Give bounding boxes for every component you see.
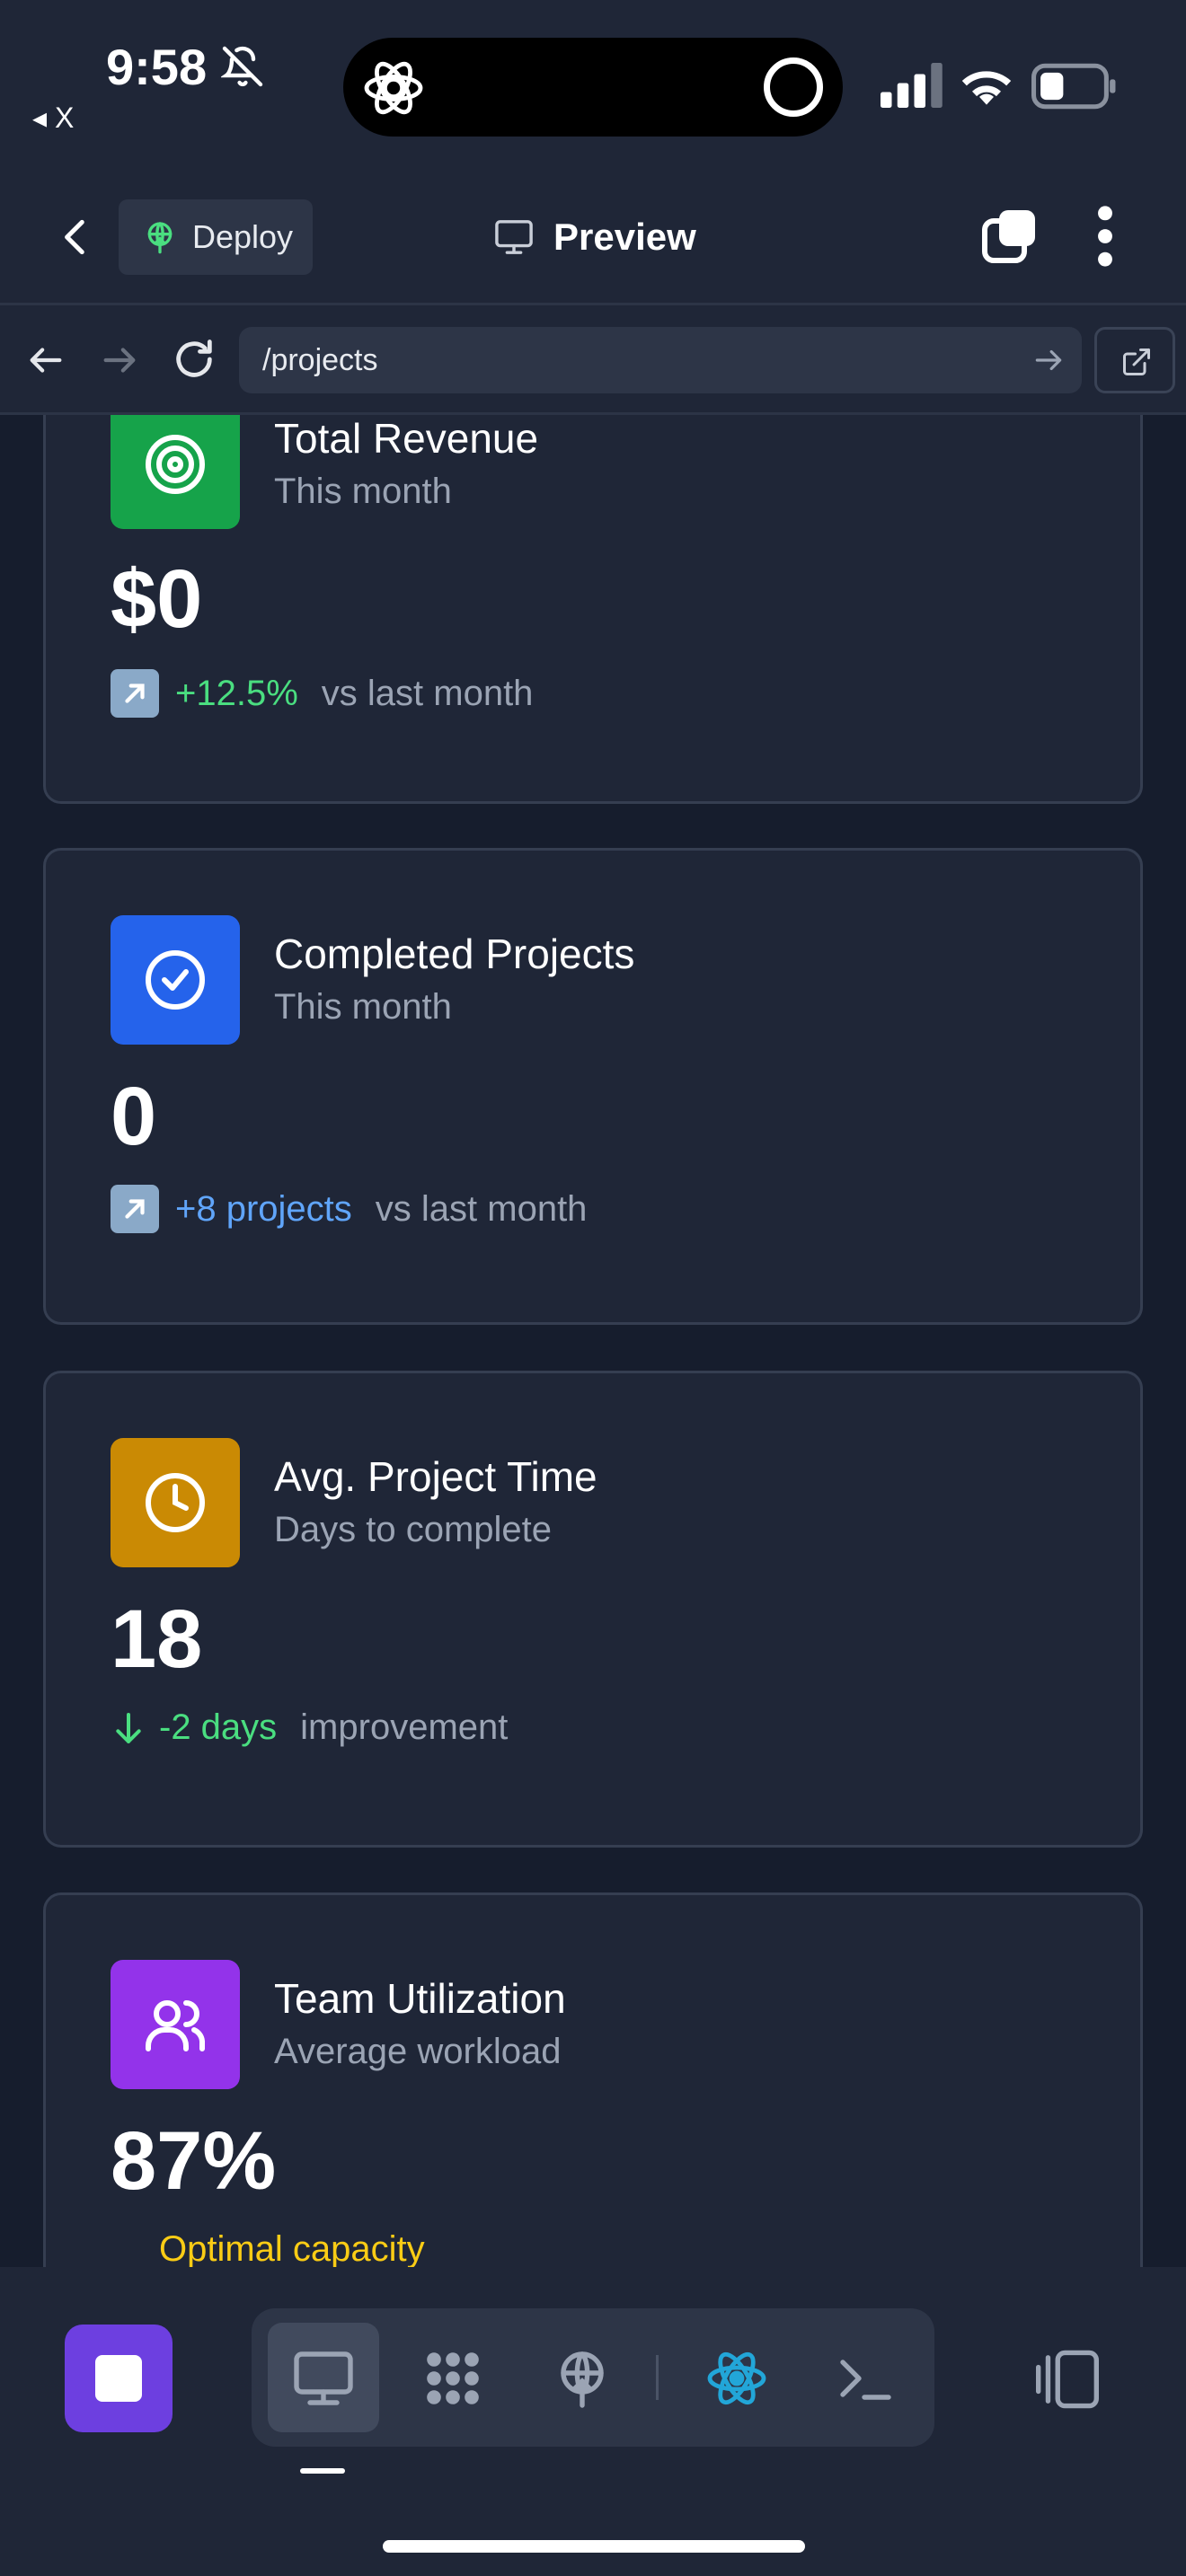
card-change: +8 projects [175, 1188, 352, 1229]
cellular-signal-icon [881, 63, 943, 108]
card-change: Optimal capacity [159, 2229, 425, 2267]
card-title: Total Revenue [274, 415, 539, 462]
card-title: Completed Projects [274, 931, 635, 977]
back-arrow-icon[interactable] [25, 340, 66, 381]
card-change: -2 days [159, 1707, 278, 1747]
stat-card-avg-project-time: Avg. Project Time Days to complete 18 -2… [43, 1371, 1143, 1848]
dynamic-island [343, 38, 843, 137]
back-to-app-link[interactable]: ◂ X [32, 101, 74, 135]
card-trend: -2 days improvement [111, 1707, 508, 1748]
home-indicator [383, 2540, 805, 2553]
panel-toggle-icon[interactable] [1033, 2348, 1102, 2411]
desktop-preview-icon [294, 2351, 353, 2405]
card-subtitle: This month [274, 472, 452, 511]
open-external-icon [1123, 348, 1150, 375]
bell-off-icon [221, 46, 263, 87]
toolbar-separator [656, 2355, 659, 2400]
card-trend: Optimal capacity [111, 2229, 448, 2267]
back-chevron-icon[interactable] [54, 210, 99, 264]
deploy-label: Deploy [192, 218, 294, 255]
clock-icon [146, 1473, 205, 1532]
check-circle-icon [146, 950, 205, 1010]
active-tab-indicator [300, 2468, 345, 2474]
stat-card-total-revenue: Total Revenue This month $0 +12.5% vs la… [43, 415, 1143, 804]
url-input[interactable] [239, 327, 1082, 393]
desktop-preview-tab[interactable] [268, 2323, 379, 2432]
card-icon-box [111, 415, 240, 529]
browser-url-bar [0, 305, 1186, 415]
card-icon-box [111, 915, 240, 1045]
users-icon [146, 2000, 206, 2051]
deploy-icon [147, 222, 173, 254]
preview-title[interactable]: Preview [492, 208, 696, 266]
tool-switcher [252, 2308, 934, 2447]
stat-card-team-utilization: Team Utilization Average workload 87% Op… [43, 1892, 1143, 2267]
target-icon [146, 435, 205, 494]
deploy-tab[interactable] [527, 2323, 638, 2432]
go-arrow-icon[interactable] [1031, 343, 1066, 377]
card-value: 18 [111, 1593, 203, 1685]
card-trend: +8 projects vs last month [111, 1185, 587, 1233]
wifi-icon [961, 71, 1012, 105]
status-bar: 9:58 ◂ X [0, 0, 1186, 171]
status-time: 9:58 [106, 39, 208, 95]
card-comparison: vs last month [375, 1188, 588, 1229]
monitor-icon [495, 220, 533, 254]
preview-label: Preview [553, 216, 696, 258]
preview-viewport[interactable]: Total Revenue This month $0 +12.5% vs la… [0, 415, 1186, 2267]
battery-icon [1031, 63, 1116, 110]
stop-icon [95, 2355, 142, 2402]
deploy-icon [561, 2351, 604, 2408]
card-trend: +12.5% vs last month [111, 669, 533, 718]
tabs-icon[interactable] [981, 207, 1039, 264]
app-header: Deploy Preview [0, 171, 1186, 305]
chatgpt-logo-icon [364, 61, 423, 115]
card-icon-box [111, 1438, 240, 1567]
card-title: Team Utilization [274, 1975, 566, 2022]
open-external-button[interactable] [1094, 327, 1175, 393]
terminal-icon [840, 2360, 891, 2400]
card-value: 0 [111, 1071, 157, 1162]
card-icon-box [111, 1960, 240, 2089]
arrow-down-icon [116, 1712, 141, 1743]
activity-ring-icon [764, 57, 823, 117]
card-value: 87% [111, 2115, 277, 2207]
forward-arrow-icon[interactable] [99, 340, 140, 381]
react-icon [707, 2351, 766, 2405]
card-subtitle: Days to complete [274, 1510, 553, 1549]
terminal-tab[interactable] [809, 2323, 920, 2432]
database-tab[interactable] [397, 2323, 509, 2432]
card-title: Avg. Project Time [274, 1453, 597, 1500]
card-subtitle: This month [274, 987, 452, 1027]
bottom-toolbar [0, 2267, 1186, 2576]
trend-up-icon [111, 1185, 159, 1233]
more-vertical-icon[interactable] [1091, 205, 1120, 268]
stop-button[interactable] [65, 2325, 173, 2432]
card-subtitle: Average workload [274, 2032, 562, 2071]
react-tab[interactable] [681, 2323, 792, 2432]
card-comparison: improvement [300, 1707, 509, 1747]
trend-up-icon [111, 669, 159, 718]
database-icon [427, 2352, 479, 2404]
stat-card-completed-projects: Completed Projects This month 0 +8 proje… [43, 848, 1143, 1325]
card-value: $0 [111, 553, 203, 645]
card-comparison: vs last month [321, 673, 534, 713]
deploy-button[interactable]: Deploy [119, 199, 313, 275]
card-change: +12.5% [175, 673, 298, 713]
reload-icon[interactable] [171, 336, 217, 383]
